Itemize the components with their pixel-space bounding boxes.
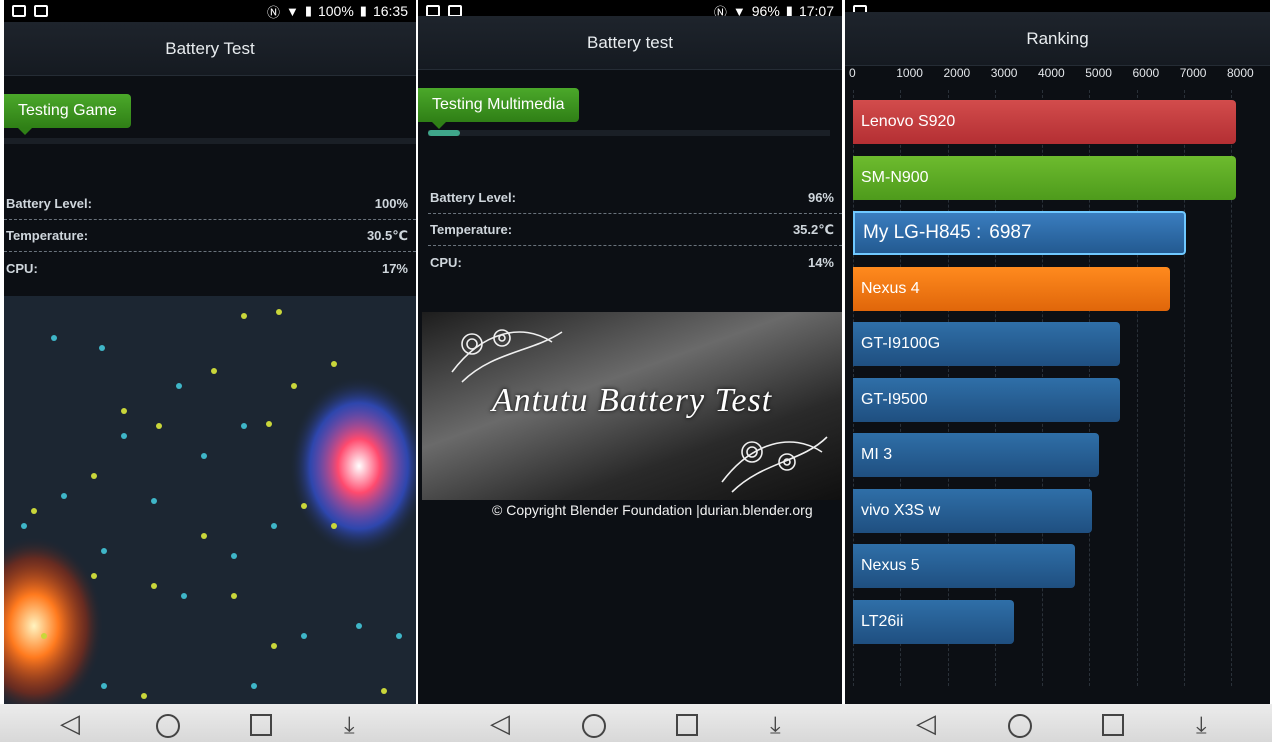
bar-label: LT26ii <box>861 612 904 630</box>
ranking-bar[interactable]: MI 3 <box>853 433 1099 477</box>
home-button[interactable] <box>1008 714 1032 738</box>
game-render-area <box>4 296 416 712</box>
axis-tick-label: 8000 <box>1227 66 1254 80</box>
axis-tick-label: 5000 <box>1085 66 1112 80</box>
battery-percent: 100% <box>317 3 354 19</box>
stat-battery-level: Battery Level: 100% <box>4 188 416 220</box>
stat-value: 14% <box>807 254 834 270</box>
video-player: Antutu Battery Test <box>422 312 842 500</box>
home-button[interactable] <box>156 714 180 738</box>
stat-label: Temperature: <box>6 228 89 243</box>
x-axis: 0 1000 2000 3000 4000 5000 6000 7000 8000 <box>849 66 1270 86</box>
stat-label: CPU: <box>430 254 462 270</box>
ranking-chart: Lenovo S920 SM-N900 My LG-H845 : 6987 Nexus … <box>853 90 1270 686</box>
gallery-notification-icon <box>12 5 26 17</box>
progress-track <box>4 138 416 144</box>
copyright-text: © Copyright Blender Foundation |durian.b… <box>492 502 813 518</box>
stat-temperature: Temperature: 35.2℃ <box>428 214 842 246</box>
game-scene-image <box>4 309 416 712</box>
ranking-bar[interactable]: GT-I9500 <box>853 377 1120 422</box>
ranking-bar[interactable]: Nexus 5 <box>853 544 1076 588</box>
page-title: Battery Test <box>4 22 416 76</box>
bar-label: MI 3 <box>861 446 893 463</box>
video-title: Antutu Battery Test <box>491 382 773 419</box>
bar-label: My LG-H845 : <box>863 222 982 243</box>
notification-pull-button[interactable]: ⤓ <box>1196 712 1207 740</box>
page-title: Ranking <box>845 12 1270 66</box>
bar-label: Lenovo S920 <box>861 113 956 130</box>
status-bar: Ⓝ ▼ ▮ 100% ▮ 16:35 <box>4 0 416 22</box>
recents-button[interactable] <box>1102 714 1124 736</box>
stats-list: Battery Level: 100% Temperature: 30.5℃ C… <box>4 188 416 284</box>
notification-pull-button[interactable]: ⤓ <box>770 712 781 740</box>
bar-label: Nexus 5 <box>861 557 920 574</box>
battery-test-game-screen: Ⓝ ▼ ▮ 100% ▮ 16:35 Battery Test Testing … <box>4 0 416 712</box>
battery-test-multimedia-screen: Ⓝ ▼ 96% ▮ 17:07 Battery test Testing Mul… <box>418 0 842 712</box>
clock: 16:35 <box>372 3 408 19</box>
recents-button[interactable] <box>676 714 698 736</box>
back-button[interactable]: ◁ <box>490 708 510 738</box>
wifi-icon: ▼ <box>285 3 299 19</box>
ranking-bar[interactable]: GT-I9100G <box>853 322 1120 366</box>
back-button[interactable]: ◁ <box>60 708 80 738</box>
bar-score-label: 6987 <box>989 222 1032 243</box>
nfc-icon: Ⓝ <box>266 4 280 20</box>
stat-cpu: CPU: 14% <box>428 246 842 278</box>
battery-icon: ▮ <box>359 3 367 18</box>
test-status-badge: Testing Game <box>4 94 131 135</box>
back-button[interactable]: ◁ <box>916 708 936 738</box>
progress-track <box>428 130 830 136</box>
recents-button[interactable] <box>250 714 272 736</box>
ranking-bar[interactable]: LT26ii <box>853 599 1014 644</box>
axis-tick-label: 7000 <box>1179 66 1207 80</box>
stat-label: Battery Level: <box>6 196 92 211</box>
stat-value: 17% <box>381 260 408 276</box>
home-button[interactable] <box>582 714 606 738</box>
stats-list: Battery Level: 96% Temperature: 35.2℃ CP… <box>428 182 842 278</box>
stat-value: 100% <box>374 196 408 211</box>
axis-tick-label: 0 <box>849 66 856 80</box>
bar-label: vivo X3S w <box>861 501 941 519</box>
notification-pull-button[interactable]: ⤓ <box>344 712 355 740</box>
stat-label: CPU: <box>6 260 38 276</box>
stat-value: 35.2℃ <box>792 221 834 237</box>
bar-label: Nexus 4 <box>861 279 920 297</box>
ranking-screen: Ranking 0 1000 2000 3000 4000 5000 6000 7000 800… <box>845 0 1270 712</box>
progress-fill <box>428 130 461 136</box>
axis-tick-label: 2000 <box>943 66 971 80</box>
ranking-bar[interactable]: SM-N900 <box>853 155 1236 200</box>
bar-label: GT-I9500 <box>861 390 928 408</box>
bar-label: SM-N900 <box>861 168 929 186</box>
stat-label: Battery Level: <box>430 190 516 205</box>
ranking-bar[interactable]: Lenovo S920 <box>853 100 1236 144</box>
ranking-bar[interactable]: Nexus 4 <box>853 266 1170 311</box>
stat-temperature: Temperature: 30.5℃ <box>4 220 416 252</box>
ranking-bar[interactable]: My LG-H845 : 6987 <box>853 211 1187 255</box>
stat-value: 96% <box>807 190 834 205</box>
stat-label: Temperature: <box>430 222 513 237</box>
test-status-badge: Testing Multimedia <box>418 88 579 129</box>
axis-tick-label: 3000 <box>990 66 1018 80</box>
axis-tick-label: 1000 <box>896 66 923 80</box>
battery-charging-icon: ▮ <box>304 3 312 18</box>
stat-value: 30.5℃ <box>366 227 408 243</box>
bar-label: GT-I9100G <box>861 335 941 352</box>
ranking-bar[interactable]: vivo X3S w <box>853 488 1092 533</box>
axis-tick-label: 4000 <box>1038 66 1065 80</box>
navigation-bar: ◁ ⤓ ◁ ⤓ ◁ ⤓ <box>0 704 1272 742</box>
stat-battery-level: Battery Level: 96% <box>428 182 842 214</box>
stat-cpu: CPU: 17% <box>4 252 416 284</box>
page-title: Battery test <box>418 16 842 70</box>
message-notification-icon <box>34 5 48 17</box>
axis-tick-label: 6000 <box>1132 66 1160 80</box>
